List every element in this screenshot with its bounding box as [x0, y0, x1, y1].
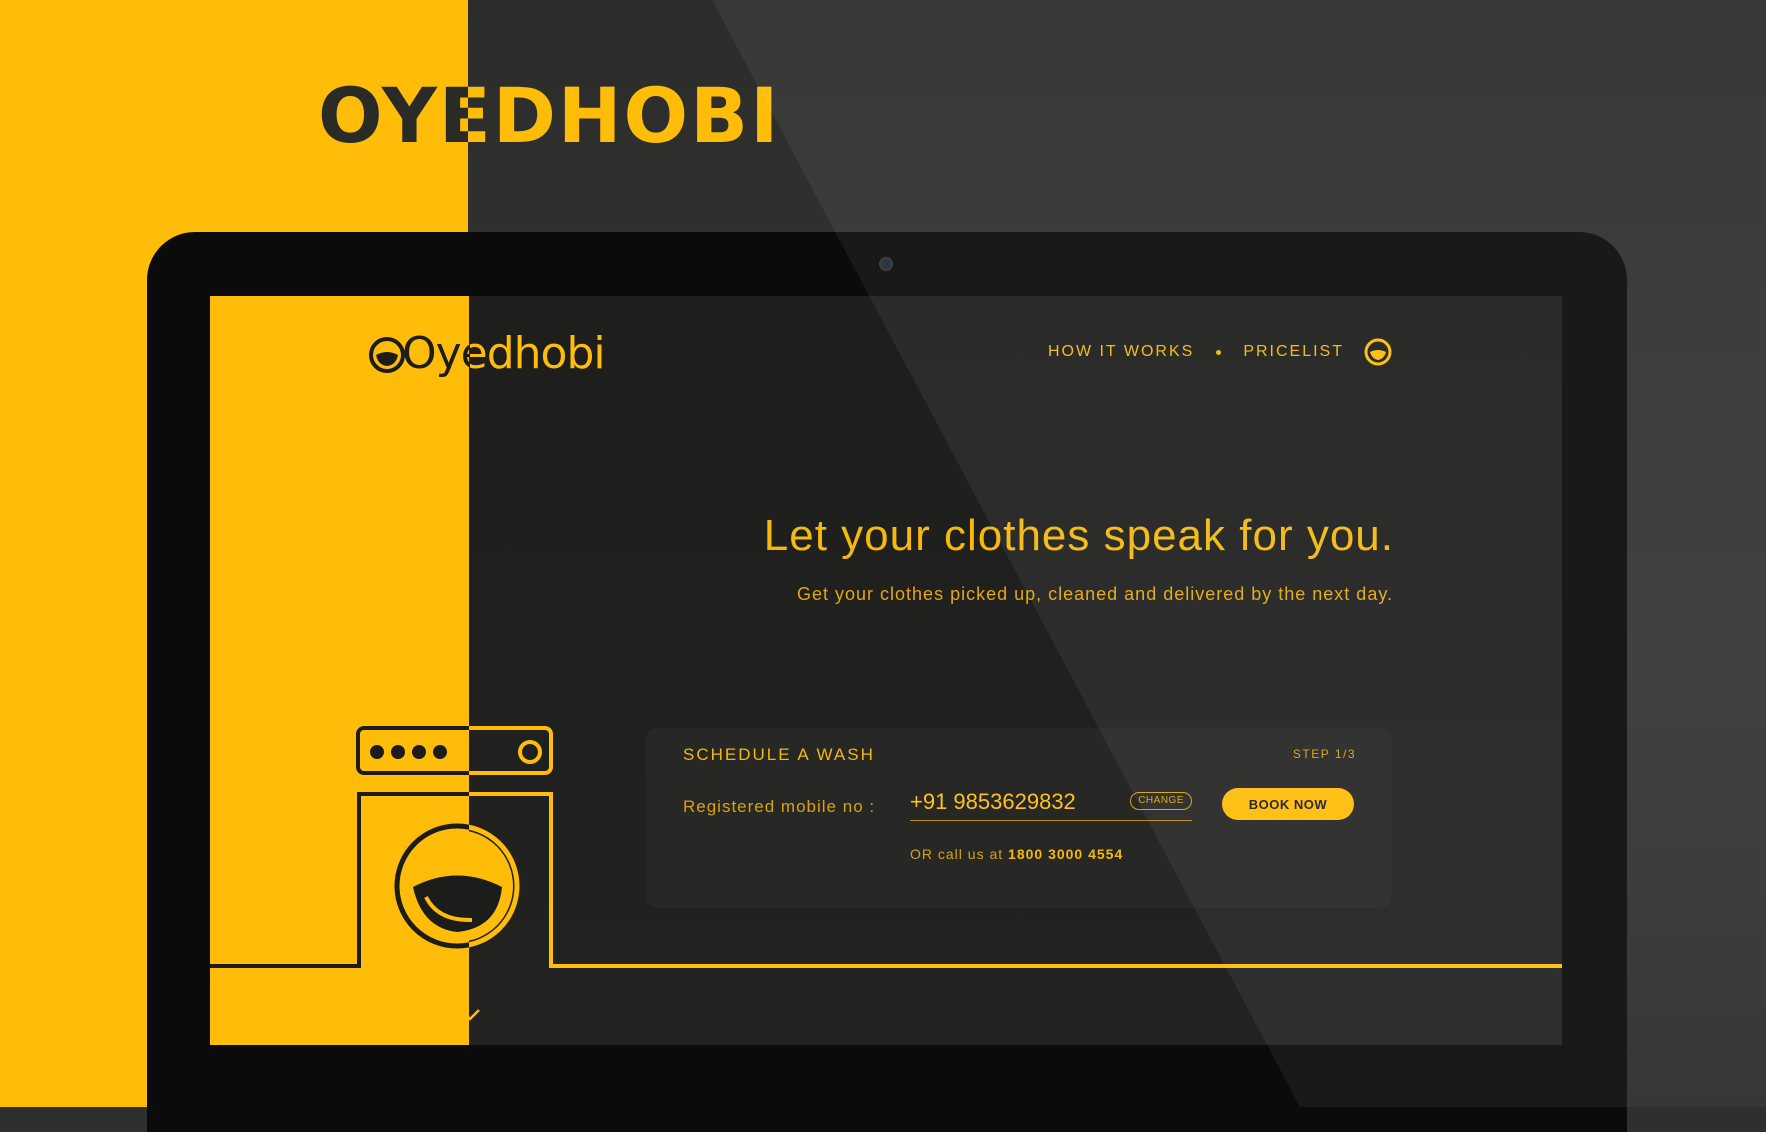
- mobile-field: CHANGE: [910, 786, 1192, 821]
- hero-subtitle: Get your clothes picked up, cleaned and …: [797, 584, 1393, 604]
- chevron-down-icon[interactable]: [457, 1006, 483, 1024]
- washing-machine-icon: [210, 726, 1562, 968]
- page-title: OYEDHOBI: [318, 71, 781, 160]
- logo-text: Oyedhobi: [402, 328, 606, 379]
- step-indicator: STEP 1/3: [1292, 747, 1356, 761]
- hero-title: Let your clothes speak for you.: [763, 511, 1394, 560]
- user-face-icon[interactable]: [1364, 338, 1392, 366]
- logo-mark-icon: [369, 337, 405, 373]
- nav-separator: [1216, 349, 1222, 355]
- mobile-input[interactable]: [910, 786, 1110, 818]
- nav-how-it-works[interactable]: HOW IT WORKS: [1048, 343, 1194, 361]
- schedule-title: SCHEDULE A WASH: [683, 745, 875, 764]
- book-now-button[interactable]: BOOK NOW: [1222, 788, 1354, 820]
- call-number[interactable]: 1800 3000 4554: [1008, 846, 1123, 862]
- schedule-wash-card: SCHEDULE A WASH STEP 1/3 Registered mobi…: [646, 728, 1392, 908]
- camera-icon: [879, 257, 893, 271]
- mobile-label: Registered mobile no :: [683, 797, 876, 816]
- website-screen: Oyedhobi HOW IT WORKS PRICELIST Let your…: [210, 296, 1562, 1045]
- call-prefix: OR call us at: [910, 846, 1004, 862]
- nav-pricelist[interactable]: PRICELIST: [1243, 343, 1344, 361]
- main-nav: HOW IT WORKS PRICELIST: [1048, 338, 1392, 366]
- change-button[interactable]: CHANGE: [1130, 792, 1192, 810]
- call-us-text: OR call us at 1800 3000 4554: [910, 846, 1123, 862]
